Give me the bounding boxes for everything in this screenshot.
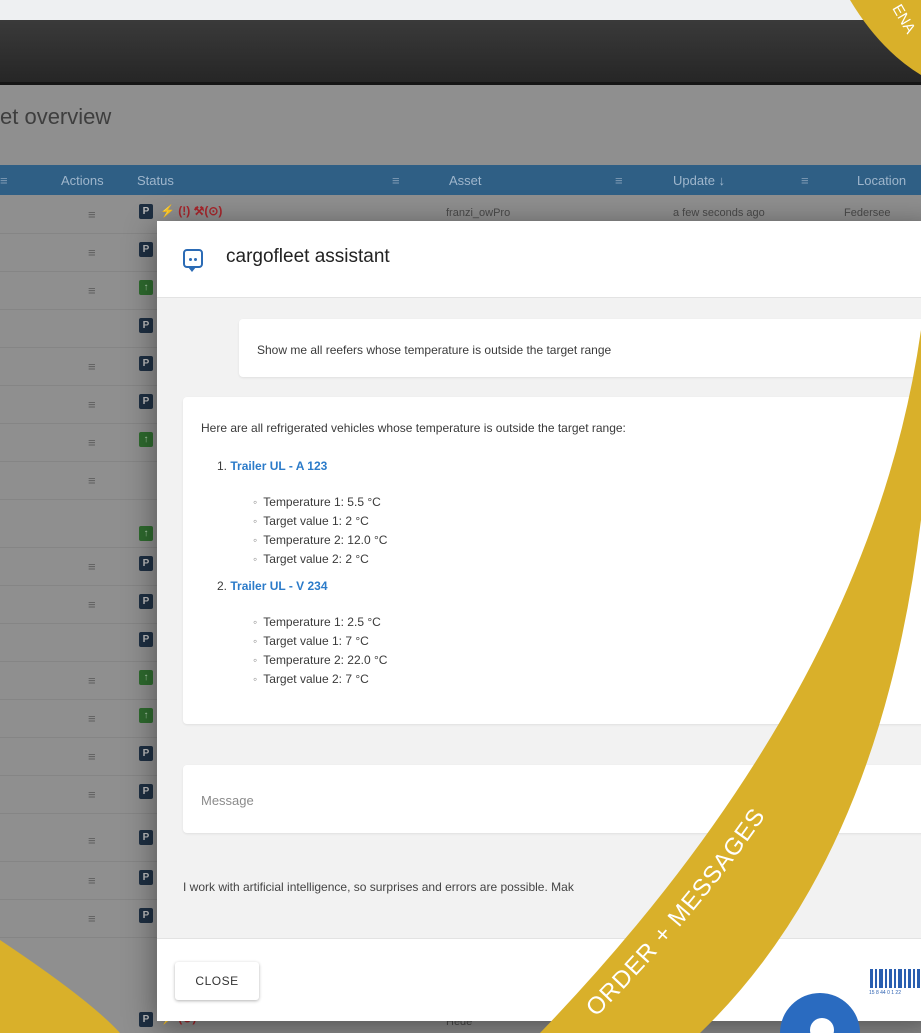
promo-band — [540, 330, 921, 1033]
barcode-digits: 15 8 44 0 1 22 — [869, 990, 901, 996]
corner-band-left — [0, 940, 120, 1033]
corner-band-top — [850, 0, 921, 75]
barcode-icon: 15 8 44 0 1 22 — [868, 967, 921, 996]
promo-overlay: ORDER + MESSAGES ENA 15 8 44 0 1 22 — [0, 0, 921, 1033]
